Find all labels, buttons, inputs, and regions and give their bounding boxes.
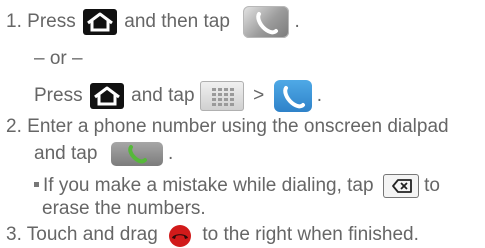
phone-icon xyxy=(243,6,290,38)
step-1-or: – or – xyxy=(34,48,83,69)
step-1-press: Press xyxy=(27,11,76,33)
step-2-number: 2. xyxy=(6,116,22,137)
call-button-icon xyxy=(110,142,163,166)
step-3-number: 3. xyxy=(6,224,22,246)
step-2-and-tap: and tap xyxy=(34,143,98,165)
step-2-text: Enter a phone number using the onscreen … xyxy=(27,116,449,137)
step-1-gt: > xyxy=(253,85,265,107)
step-2-line-2: and tap . xyxy=(34,142,173,166)
delete-key-icon xyxy=(382,174,419,198)
step-1-press-alt: Press xyxy=(34,85,83,107)
bullet xyxy=(34,181,39,187)
step-1-period-alt: . xyxy=(316,85,323,107)
step-1-line: 1. Press and then tap . xyxy=(6,6,300,38)
step-3-rest: to the right when finished. xyxy=(202,224,419,246)
home-key-icon xyxy=(83,9,117,35)
step-1-alt-line: Press and tap > . xyxy=(34,80,322,112)
step-2-period: . xyxy=(167,143,174,165)
step-3-touch: Touch and drag xyxy=(26,224,158,246)
step-2-bullet-line-2: erase the numbers. xyxy=(42,198,206,219)
home-key-icon xyxy=(89,83,124,109)
step-2-bullet-to: to xyxy=(424,175,440,197)
step-1-then-tap: and then tap xyxy=(124,11,230,33)
end-call-icon xyxy=(163,222,197,248)
step-2-bullet-line-1: If you make a mistake while dialing, tap… xyxy=(34,174,440,198)
step-1-and-tap: and tap xyxy=(131,85,195,107)
applications-icon xyxy=(199,81,244,111)
phone-icon-blue xyxy=(273,80,312,112)
step-1-period: . xyxy=(294,11,300,33)
step-3-line: 3. Touch and drag to the right when fini… xyxy=(6,222,419,248)
instructions: 1. Press and then tap . – or – Press and… xyxy=(0,0,485,247)
step-1-number: 1. xyxy=(6,11,22,33)
step-2-bullet-text: If you make a mistake while dialing, tap xyxy=(43,175,374,197)
step-2-line-1: 2. Enter a phone number using the onscre… xyxy=(6,116,449,138)
